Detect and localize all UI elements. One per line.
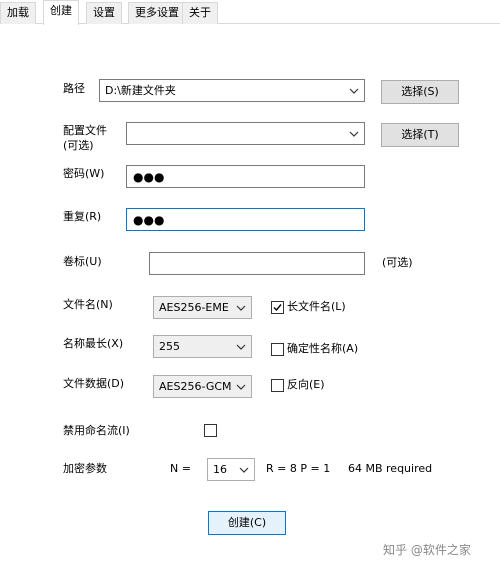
- password-label: 密码(W): [63, 167, 105, 180]
- file-data-value: AES256-GCM: [159, 380, 232, 393]
- repeat-mask: ●●●: [133, 213, 165, 227]
- config-optional-label: (可选): [63, 139, 94, 152]
- path-value: D:\新建文件夹: [105, 84, 176, 97]
- chevron-down-icon[interactable]: [238, 459, 250, 480]
- reverse-label: 反向(E): [287, 378, 325, 391]
- disable-streams-checkbox[interactable]: [204, 424, 217, 437]
- n-label: N =: [170, 462, 191, 475]
- reverse-checkbox[interactable]: [271, 379, 284, 392]
- filename-select[interactable]: AES256-EME: [153, 296, 252, 319]
- tab-bar: 加载 创建 设置 更多设置 关于: [0, 0, 500, 25]
- file-data-label: 文件数据(D): [63, 377, 125, 390]
- repeat-password-field[interactable]: ●●●: [126, 208, 365, 231]
- deterministic-names-label: 确定性名称(A): [287, 342, 359, 355]
- path-label: 路径: [63, 82, 85, 95]
- chevron-down-icon[interactable]: [235, 376, 247, 397]
- volume-optional-hint: (可选): [382, 256, 413, 269]
- file-data-select[interactable]: AES256-GCM: [153, 375, 252, 398]
- path-combo[interactable]: D:\新建文件夹: [99, 79, 365, 102]
- chevron-down-icon[interactable]: [235, 336, 247, 357]
- max-name-label: 名称最长(X): [63, 337, 124, 350]
- config-combo[interactable]: [126, 122, 365, 145]
- long-filename-label: 长文件名(L): [287, 300, 346, 313]
- password-field[interactable]: ●●●: [126, 165, 365, 188]
- tab-about[interactable]: 关于: [182, 2, 218, 24]
- volume-label: 卷标(U): [63, 255, 102, 268]
- password-mask: ●●●: [133, 170, 165, 184]
- crypto-params-label: 加密参数: [63, 462, 107, 475]
- create-button[interactable]: 创建(C): [208, 511, 286, 535]
- config-label: 配置文件: [63, 124, 107, 137]
- watermark-text: 知乎 @软件之家: [383, 543, 471, 557]
- chevron-down-icon[interactable]: [235, 297, 247, 318]
- rp-text: R = 8 P = 1: [266, 462, 331, 475]
- max-name-select[interactable]: 255: [153, 335, 252, 358]
- checkmark-icon: [273, 304, 282, 312]
- repeat-label: 重复(R): [63, 210, 102, 223]
- tab-more-settings[interactable]: 更多设置: [128, 2, 186, 24]
- tab-settings[interactable]: 设置: [86, 2, 122, 24]
- filename-label: 文件名(N): [63, 298, 113, 311]
- memory-required-text: 64 MB required: [348, 462, 433, 475]
- choose-path-button[interactable]: 选择(S): [381, 80, 459, 104]
- volume-field[interactable]: [149, 252, 365, 275]
- tab-load[interactable]: 加载: [0, 2, 36, 24]
- choose-config-button[interactable]: 选择(T): [381, 123, 459, 147]
- n-value: 16: [213, 463, 227, 476]
- max-name-value: 255: [159, 340, 180, 353]
- disable-streams-label: 禁用命名流(I): [63, 424, 130, 437]
- long-filename-checkbox[interactable]: [271, 301, 284, 314]
- tab-create[interactable]: 创建: [43, 0, 79, 25]
- filename-value: AES256-EME: [159, 301, 229, 314]
- deterministic-names-checkbox[interactable]: [271, 343, 284, 356]
- chevron-down-icon[interactable]: [348, 80, 360, 101]
- chevron-down-icon[interactable]: [348, 123, 360, 144]
- n-select[interactable]: 16: [207, 458, 255, 481]
